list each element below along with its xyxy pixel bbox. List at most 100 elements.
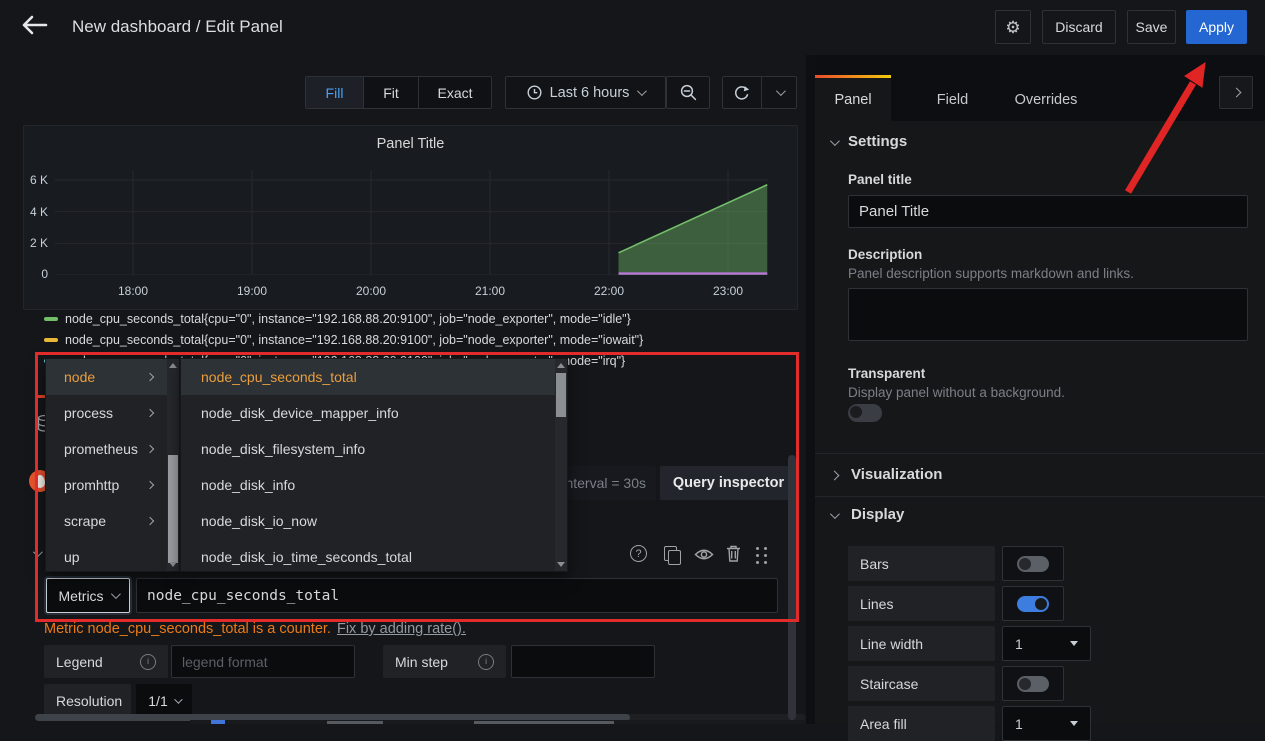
settings-collapse-icon[interactable]: [830, 136, 840, 146]
legend-series-label[interactable]: node_cpu_seconds_total{cpu="0", instance…: [65, 333, 643, 347]
bars-toggle[interactable]: [1002, 546, 1064, 581]
metric-item[interactable]: node_cpu_seconds_total: [181, 359, 567, 395]
settings-header[interactable]: Settings: [848, 133, 907, 150]
metric-list-menu[interactable]: node_cpu_seconds_total node_disk_device_…: [180, 358, 568, 572]
metric-group-item-scrape[interactable]: scrape: [46, 503, 179, 539]
time-series-plot[interactable]: [55, 170, 768, 275]
chart-legend-item[interactable]: node_cpu_seconds_total{cpu="0", instance…: [44, 330, 643, 349]
display-collapse-icon[interactable]: [830, 509, 840, 519]
scroll-down-icon[interactable]: [557, 562, 565, 567]
refresh-interval-dropdown[interactable]: [762, 77, 796, 108]
panel-title-input[interactable]: [848, 195, 1248, 228]
x-axis-tick: 20:00: [351, 284, 391, 298]
description-textarea[interactable]: [848, 288, 1248, 341]
tab-panel[interactable]: Panel: [815, 78, 891, 121]
visualization-section-row[interactable]: Visualization: [815, 453, 1265, 497]
metric-group-menu[interactable]: node process prometheus promhttp scrape …: [45, 358, 180, 572]
metric-group-item-prometheus[interactable]: prometheus: [46, 431, 179, 467]
transparent-label: Transparent: [848, 366, 925, 381]
toggle-knob: [1035, 598, 1047, 610]
y-axis-tick: 2 K: [14, 236, 48, 250]
metric-item[interactable]: node_disk_device_mapper_info: [181, 395, 567, 431]
scrollbar-thumb[interactable]: [168, 455, 178, 563]
fit-mode-exact[interactable]: Exact: [419, 77, 491, 108]
scroll-up-icon[interactable]: [169, 363, 177, 368]
tab-overrides[interactable]: Overrides: [1000, 78, 1092, 121]
scrollbar-thumb[interactable]: [556, 373, 566, 417]
back-arrow-icon: [20, 14, 48, 36]
fix-rate-link[interactable]: Fix by adding rate().: [337, 621, 466, 637]
apply-button[interactable]: Apply: [1186, 10, 1247, 44]
visualization-collapse-icon: [830, 471, 840, 481]
query-help-icon[interactable]: ?: [630, 545, 647, 562]
metric-group-item-process[interactable]: process: [46, 395, 179, 431]
display-header[interactable]: Display: [851, 506, 904, 523]
resolution-select[interactable]: 1/1: [136, 684, 192, 717]
x-axis-tick: 19:00: [232, 284, 272, 298]
caret-down-icon: [1070, 641, 1078, 646]
legend-swatch[interactable]: [44, 338, 58, 342]
lines-toggle[interactable]: [1002, 586, 1064, 621]
toggle-visibility-icon[interactable]: [694, 548, 714, 561]
chart-panel-title[interactable]: Panel Title: [24, 136, 797, 152]
toggle-knob: [1019, 678, 1031, 690]
legend-format-label-box: Legend i: [44, 645, 168, 678]
metric-group-item-promhttp[interactable]: promhttp: [46, 467, 179, 503]
tab-field-label: Field: [937, 92, 968, 108]
interval-value: interval = 30s: [562, 475, 646, 491]
flame-icon: [35, 475, 45, 488]
staircase-toggle[interactable]: [1002, 666, 1064, 701]
tab-field[interactable]: Field: [915, 78, 990, 121]
legend-format-label: Legend: [56, 654, 103, 670]
metric-item[interactable]: node_disk_filesystem_info: [181, 431, 567, 467]
clipped-row-fragment: [190, 720, 806, 724]
line-width-value: 1: [1015, 636, 1023, 652]
collapse-sidebar-button[interactable]: [1219, 76, 1253, 109]
refresh-button[interactable]: [723, 77, 762, 108]
chevron-down-icon: [775, 86, 785, 96]
chart-legend-item[interactable]: node_cpu_seconds_total{cpu="0", instance…: [44, 309, 631, 328]
chevron-right-icon: [1231, 88, 1241, 98]
metric-group-item-up[interactable]: up: [46, 539, 179, 575]
save-button[interactable]: Save: [1127, 10, 1176, 44]
query-inspector-button[interactable]: Query inspector: [660, 466, 797, 500]
vertical-scrollbar-thumb[interactable]: [788, 455, 796, 720]
tab-panel-label: Panel: [834, 92, 871, 108]
discard-button[interactable]: Discard: [1042, 10, 1116, 44]
time-range-picker[interactable]: Last 6 hours: [505, 76, 666, 109]
tab-overrides-label: Overrides: [1015, 92, 1078, 108]
scroll-down-icon[interactable]: [169, 562, 177, 567]
y-axis-tick: 6 K: [14, 173, 48, 187]
menu-item-label: node_cpu_seconds_total: [201, 369, 357, 385]
info-icon[interactable]: i: [478, 654, 494, 670]
metric-group-item-node[interactable]: node: [46, 359, 179, 395]
legend-format-input[interactable]: [171, 645, 355, 678]
back-button[interactable]: [20, 14, 52, 40]
submenu-arrow-icon: [146, 409, 154, 417]
min-step-input[interactable]: [511, 645, 655, 678]
zoom-out-button[interactable]: [666, 76, 710, 109]
legend-series-label[interactable]: node_cpu_seconds_total{cpu="0", instance…: [65, 312, 631, 326]
info-icon[interactable]: i: [140, 654, 156, 670]
metric-item[interactable]: node_disk_io_now: [181, 503, 567, 539]
fit-mode-fill[interactable]: Fill: [306, 77, 364, 108]
fit-mode-fit[interactable]: Fit: [364, 77, 419, 108]
delete-query-icon[interactable]: [726, 545, 741, 562]
query-row-actions: ?: [630, 545, 780, 565]
legend-swatch[interactable]: [44, 317, 58, 321]
scroll-up-icon[interactable]: [557, 363, 565, 368]
line-width-select[interactable]: 1: [1002, 626, 1091, 661]
dashboard-settings-button[interactable]: ⚙: [995, 10, 1031, 44]
page-title: New dashboard / Edit Panel: [72, 17, 283, 37]
drag-handle-icon[interactable]: [756, 547, 759, 550]
description-help: Panel description supports markdown and …: [848, 266, 1134, 281]
transparent-toggle[interactable]: [848, 404, 882, 422]
query-expression-input[interactable]: [136, 578, 778, 613]
metric-item[interactable]: node_disk_info: [181, 467, 567, 503]
menu-scrollbar[interactable]: [555, 359, 567, 571]
active-tab-indicator: [815, 75, 891, 78]
metrics-dropdown-button[interactable]: Metrics: [46, 578, 130, 613]
metric-item[interactable]: node_disk_io_time_seconds_total: [181, 539, 567, 575]
query-row-collapse-icon[interactable]: [33, 547, 43, 557]
menu-scrollbar[interactable]: [167, 359, 179, 571]
